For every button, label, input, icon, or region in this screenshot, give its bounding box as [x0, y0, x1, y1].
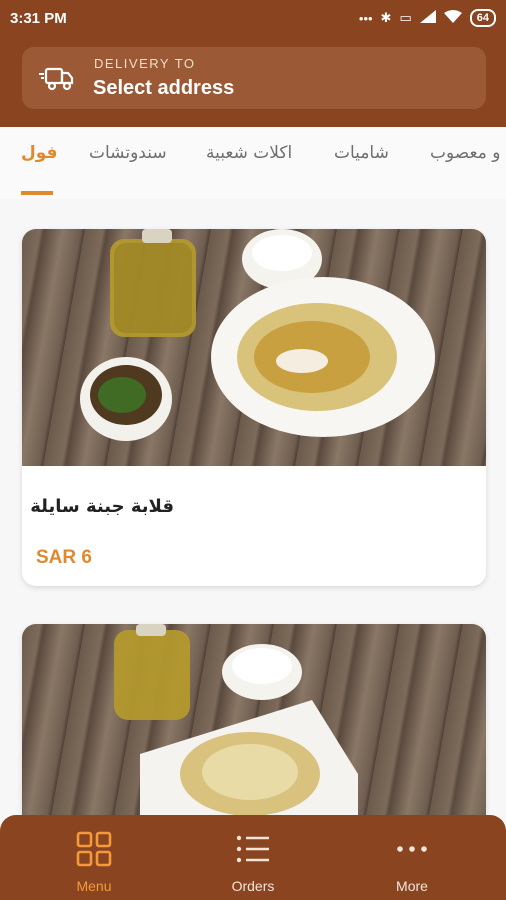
- bottom-navigation: Menu Orders More: [0, 815, 506, 900]
- dots-icon: •••: [358, 10, 373, 26]
- tab-category[interactable]: فول: [21, 143, 58, 163]
- menu-item-price: SAR 6: [36, 547, 92, 568]
- status-icons: ••• ✱ ▭ 64: [359, 9, 496, 27]
- nav-menu-label: Menu: [76, 878, 112, 894]
- nav-more-label: More: [396, 878, 428, 894]
- nav-menu[interactable]: Menu: [34, 815, 154, 900]
- vibrate-icon: ▭: [399, 10, 412, 25]
- nav-more[interactable]: More: [352, 815, 472, 900]
- signal-icon: [419, 10, 436, 26]
- category-tabs: فول سندوتشات اكلات شعبية شاميات و معصوب: [0, 127, 506, 199]
- grid-icon: [76, 831, 112, 867]
- more-dots-icon: [397, 846, 427, 852]
- delivery-address-selector[interactable]: DELIVERY TO Select address: [22, 47, 486, 109]
- bluetooth-icon: ✱: [380, 10, 392, 25]
- menu-item-card[interactable]: قلابة جبنة سايلة SAR 6: [22, 229, 486, 586]
- menu-item-image: [22, 229, 486, 466]
- tab-category[interactable]: شاميات: [334, 143, 389, 163]
- nav-orders[interactable]: Orders: [193, 815, 313, 900]
- delivery-truck-icon: [39, 67, 74, 91]
- tab-category[interactable]: اكلات شعبية: [206, 143, 292, 163]
- wifi-icon: [443, 10, 462, 26]
- delivery-label: DELIVERY TO: [94, 56, 196, 71]
- tab-category[interactable]: سندوتشات: [89, 143, 167, 163]
- nav-orders-label: Orders: [231, 878, 275, 894]
- active-tab-indicator: [21, 191, 53, 195]
- menu-item-name: قلابة جبنة سايلة: [30, 496, 174, 517]
- list-icon: [236, 835, 269, 863]
- battery-icon: 64: [469, 9, 496, 27]
- app-header: 3:31 PM ••• ✱ ▭ 64 DELIVERY TO Select ad…: [0, 0, 506, 127]
- address-value: Select address: [93, 77, 235, 99]
- status-bar: 3:31 PM ••• ✱ ▭ 64: [0, 0, 506, 36]
- tab-category[interactable]: و معصوب: [430, 143, 500, 163]
- status-time: 3:31 PM: [10, 10, 67, 27]
